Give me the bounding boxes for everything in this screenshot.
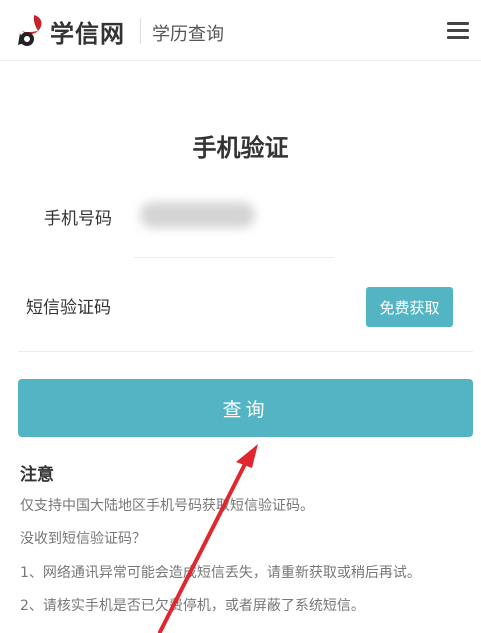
header-subtitle: 学历查询 [152, 24, 224, 45]
notice-line: 2、请核实手机是否已欠费停机，或者屏蔽了系统短信。 [20, 598, 365, 614]
header-divider [140, 18, 141, 44]
get-code-button[interactable]: 免费获取 [366, 287, 453, 327]
logo-icon [18, 15, 42, 46]
notice-line: 仅支持中国大陆地区手机号码获取短信验证码。 [20, 498, 314, 514]
notice-line: 1、网络通讯异常可能会造成短信丢失，请重新获取或稍后再试。 [20, 565, 421, 581]
query-button[interactable]: 查询 [18, 379, 473, 437]
sms-code-label: 短信验证码 [26, 298, 111, 318]
header-bar: 学信网 学历查询 [0, 0, 481, 61]
logo-text[interactable]: 学信网 [50, 14, 125, 49]
hamburger-menu-icon[interactable] [447, 22, 469, 40]
phone-number-value [150, 205, 250, 225]
sms-code-input[interactable] [130, 285, 354, 323]
sms-row-divider [18, 351, 473, 352]
notice-line: 没收到短信验证码？ [20, 531, 146, 547]
phone-label: 手机号码 [44, 209, 112, 229]
page-title: 手机验证 [192, 134, 289, 162]
phone-row-divider [134, 257, 334, 258]
notice-title: 注意 [20, 465, 54, 485]
